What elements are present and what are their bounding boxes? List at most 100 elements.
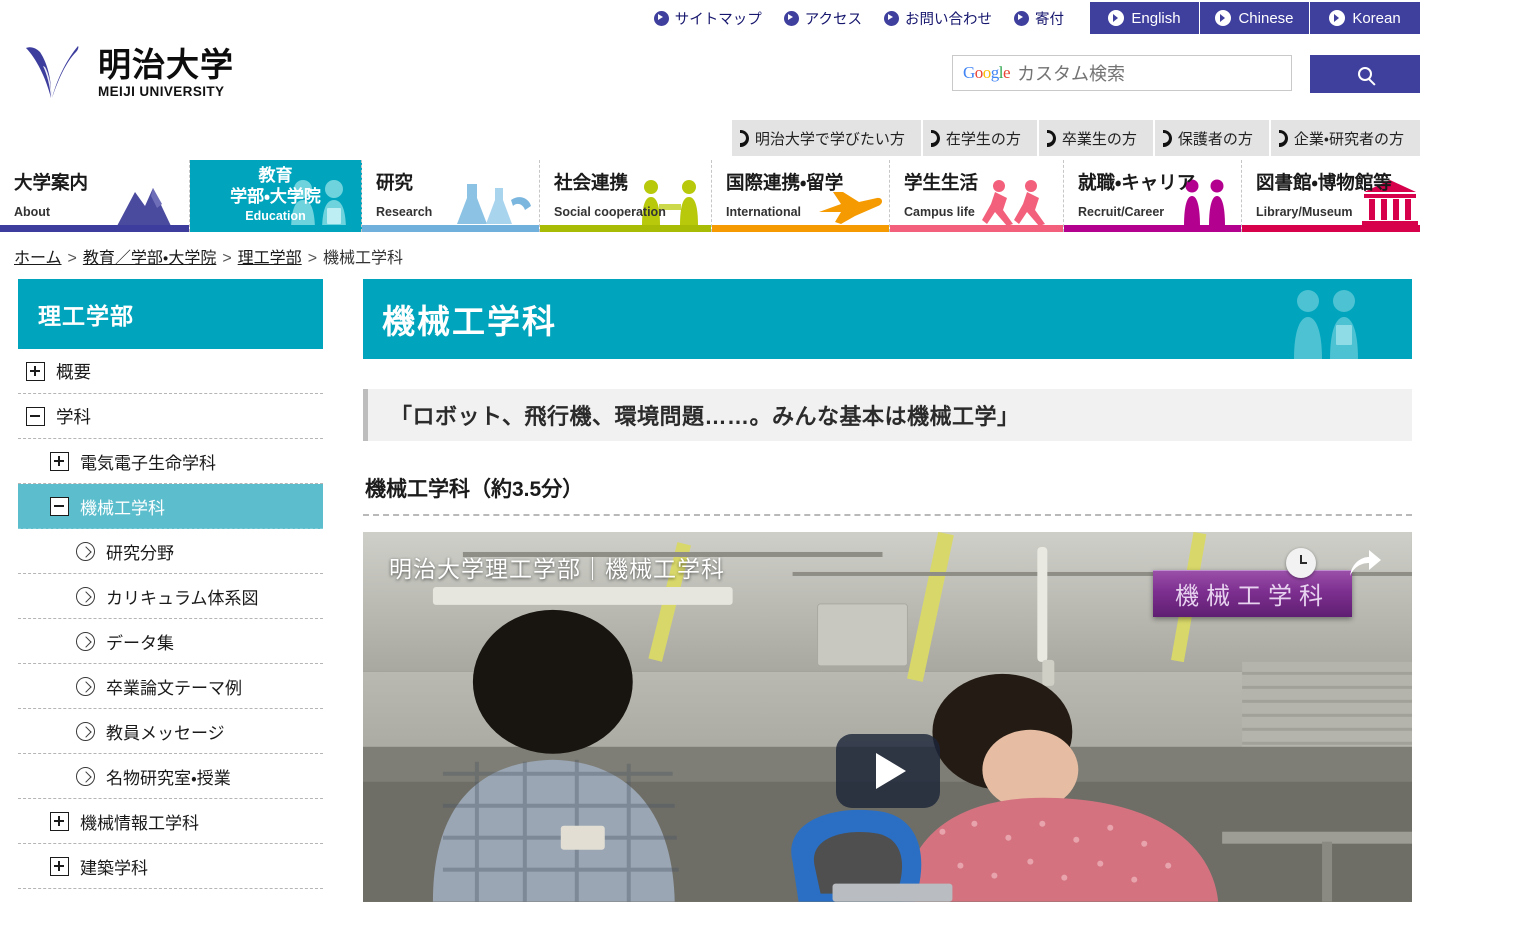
gnav-label-jp: 学生生活 bbox=[904, 172, 979, 193]
site-header: 明治大学 MEIJI UNIVERSITY Google カスタム検索 bbox=[0, 36, 1420, 120]
breadcrumb-item-education[interactable]: 教育／学部・大学院 bbox=[83, 250, 216, 267]
sidebar-item-data[interactable]: データ集 bbox=[18, 619, 323, 664]
utility-link-label: お問い合わせ bbox=[905, 11, 992, 28]
utility-link-label: サイトマップ bbox=[674, 11, 762, 28]
arrow-circle-icon bbox=[1108, 10, 1125, 26]
language-button-chinese[interactable]: Chinese bbox=[1200, 2, 1310, 34]
sidebar-item-electrical-dept[interactable]: 電気電子生命学科 bbox=[18, 439, 323, 484]
audience-tab-students[interactable]: 在学生の方 bbox=[922, 120, 1037, 156]
audience-tab-alumni[interactable]: 卒業生の方 bbox=[1038, 120, 1153, 156]
search-input[interactable]: Google カスタム検索 bbox=[952, 55, 1292, 91]
logo-name-jp: 明治大学 bbox=[98, 44, 234, 84]
play-button-icon bbox=[876, 753, 906, 789]
utility-link-contact[interactable]: お問い合わせ bbox=[884, 8, 992, 29]
sidebar-item-featured-labs[interactable]: 名物研究室・授業 bbox=[18, 754, 323, 799]
meiji-bird-logo-icon bbox=[26, 46, 79, 98]
arrow-right-icon bbox=[76, 631, 95, 651]
gnav-underline bbox=[712, 225, 889, 232]
share-icon[interactable] bbox=[1348, 548, 1382, 578]
breadcrumb-item-faculty[interactable]: 理工学部 bbox=[238, 250, 302, 267]
sidebar-item-mechanical-info-dept[interactable]: 機械情報工学科 bbox=[18, 799, 323, 844]
tagline-text: 「ロボット、飛行機、環境問題……。みんな基本は機械工学」 bbox=[390, 404, 1020, 429]
audience-tab-prospective[interactable]: 明治大学で学びたい方 bbox=[731, 120, 921, 156]
gnav-label-en: Campus life bbox=[904, 205, 975, 219]
collapse-minus-icon bbox=[26, 406, 45, 426]
gnav-label-jp: 図書館・博物館等 bbox=[1256, 172, 1392, 193]
expand-plus-icon bbox=[50, 451, 69, 471]
sidebar-item-overview[interactable]: 概要 bbox=[18, 349, 323, 394]
tagline-box: 「ロボット、飛行機、環境問題……。みんな基本は機械工学」 bbox=[363, 389, 1412, 441]
utility-bar: サイトマップ アクセス お問い合わせ 寄付 English Chinese Ko… bbox=[0, 0, 1420, 36]
gnav-item-about[interactable]: 大学案内 About bbox=[0, 160, 190, 232]
video-player[interactable]: 明治大学理工学部｜機械工学科 機械工学科 bbox=[363, 532, 1412, 902]
sidebar-item-research-fields[interactable]: 研究分野 bbox=[18, 529, 323, 574]
language-label: Korean bbox=[1352, 9, 1401, 27]
arrow-right-icon bbox=[76, 541, 95, 561]
gnav-underline bbox=[362, 225, 539, 232]
section-title-video: 機械工学科（約3.5分） bbox=[363, 473, 1412, 516]
gnav-item-social-cooperation[interactable]: 社会連携 Social cooperation bbox=[540, 160, 712, 232]
sidebar-item-departments[interactable]: 学科 bbox=[18, 394, 323, 439]
sidebar-item-label: 機械工学科 bbox=[80, 498, 165, 518]
gnav-item-recruit-career[interactable]: 就職・キャリア Recruit/Career bbox=[1064, 160, 1242, 232]
sidebar-item-architecture-dept[interactable]: 建築学科 bbox=[18, 844, 323, 889]
content-area: 理工学部 概要 学科 電気電子生命学科 機械工学科 研究分野 カリキュラム体系図… bbox=[0, 279, 1420, 902]
audience-tab-companies[interactable]: 企業・研究者の方 bbox=[1270, 120, 1420, 156]
video-overlay-title: 明治大学理工学部｜機械工学科 bbox=[389, 556, 725, 582]
sidebar-item-label: 名物研究室・授業 bbox=[106, 768, 231, 788]
language-button-english[interactable]: English bbox=[1090, 2, 1200, 34]
sidebar-item-label: 概要 bbox=[56, 361, 91, 382]
main-column: 機械工学科 「ロボット、飛行機、環境問題……。みんな基本は機械工学」 機械工学科… bbox=[363, 279, 1412, 902]
watch-later-icon[interactable] bbox=[1286, 548, 1316, 578]
audience-tab-label: 卒業生の方 bbox=[1061, 130, 1137, 148]
arrow-right-icon bbox=[76, 586, 95, 606]
gnav-label-jp: 大学案内 bbox=[14, 172, 89, 193]
gnav-item-education[interactable]: 教育 学部・大学院 Education bbox=[190, 160, 362, 232]
utility-link-access[interactable]: アクセス bbox=[783, 8, 862, 29]
sidebar-item-faculty-message[interactable]: 教員メッセージ bbox=[18, 709, 323, 754]
sidebar-item-mechanical-dept[interactable]: 機械工学科 bbox=[18, 484, 323, 529]
play-button[interactable] bbox=[835, 734, 940, 808]
breadcrumb-separator: > bbox=[67, 250, 77, 267]
arrow-right-icon bbox=[76, 676, 95, 696]
gnav-label-en: Social cooperation bbox=[554, 205, 666, 219]
language-label: English bbox=[1131, 9, 1181, 27]
language-label: Chinese bbox=[1238, 9, 1294, 27]
language-button-korean[interactable]: Korean bbox=[1310, 2, 1420, 34]
arrow-circle-icon bbox=[1014, 10, 1029, 26]
utility-link-donation[interactable]: 寄付 bbox=[1014, 8, 1064, 29]
sidebar-item-label: 学科 bbox=[56, 406, 91, 427]
gnav-item-international[interactable]: 国際連携・留学 International bbox=[712, 160, 890, 232]
site-logo[interactable]: 明治大学 MEIJI UNIVERSITY bbox=[22, 42, 234, 104]
sidebar-heading: 理工学部 bbox=[18, 279, 323, 349]
expand-plus-icon bbox=[50, 811, 69, 831]
gnav-label-en: Research bbox=[376, 205, 433, 219]
sidebar-item-thesis-topics[interactable]: 卒業論文テーマ例 bbox=[18, 664, 323, 709]
audience-nav: 明治大学で学びたい方 在学生の方 卒業生の方 保護者の方 企業・研究者の方 bbox=[0, 120, 1420, 160]
breadcrumb-separator: > bbox=[307, 250, 318, 267]
logo-name-en: MEIJI UNIVERSITY bbox=[98, 83, 225, 99]
gnav-item-library-museum[interactable]: 図書館・博物館等 Library/Museum bbox=[1242, 160, 1420, 232]
breadcrumb-item-home[interactable]: ホーム bbox=[14, 250, 62, 267]
arrow-circle-icon bbox=[1215, 10, 1232, 26]
utility-link-label: アクセス bbox=[804, 11, 862, 28]
audience-tab-guardians[interactable]: 保護者の方 bbox=[1154, 120, 1269, 156]
gnav-label-en: About bbox=[14, 205, 51, 219]
search-placeholder: カスタム検索 bbox=[1017, 64, 1126, 84]
search-icon bbox=[1358, 67, 1372, 81]
language-switcher: English Chinese Korean bbox=[1090, 2, 1420, 34]
video-department-badge: 機械工学科 bbox=[1153, 570, 1352, 617]
sidebar-item-label: データ集 bbox=[106, 633, 174, 653]
gnav-item-campus-life[interactable]: 学生生活 Campus life bbox=[890, 160, 1064, 232]
chevron-right-icon bbox=[1161, 129, 1172, 147]
chevron-right-icon bbox=[738, 129, 749, 147]
utility-link-sitemap[interactable]: サイトマップ bbox=[653, 8, 762, 29]
gnav-item-research[interactable]: 研究 Research bbox=[362, 160, 540, 232]
sidebar-item-label: カリキュラム体系図 bbox=[106, 588, 259, 608]
sidebar-item-label: 電気電子生命学科 bbox=[80, 453, 216, 473]
sidebar-item-curriculum[interactable]: カリキュラム体系図 bbox=[18, 574, 323, 619]
sidebar-item-label: 研究分野 bbox=[106, 543, 174, 563]
search-button[interactable] bbox=[1310, 55, 1420, 93]
sidebar-item-label: 教員メッセージ bbox=[106, 723, 225, 743]
chevron-right-icon bbox=[1045, 129, 1056, 147]
